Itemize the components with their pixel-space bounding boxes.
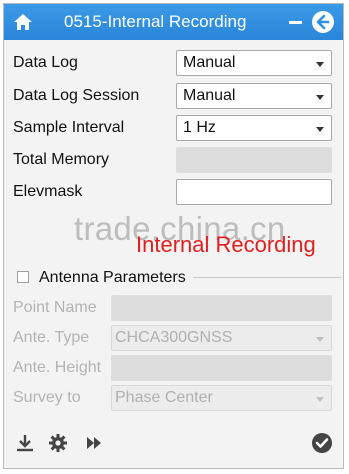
antenna-parameters-checkbox[interactable] (17, 271, 29, 283)
point-name-field (111, 295, 332, 321)
chevron-down-icon (316, 95, 324, 100)
antenna-parameters-header: Antenna Parameters (12, 267, 342, 289)
data-log-session-label: Data Log Session (13, 87, 140, 104)
confirm-check-icon[interactable] (311, 432, 333, 454)
section-divider (193, 277, 341, 278)
sample-interval-label: Sample Interval (13, 119, 125, 136)
back-arrow-icon[interactable] (312, 11, 334, 33)
elevmask-row: Elevmask (4, 179, 343, 207)
window-title: 0515-Internal Recording (64, 12, 247, 31)
survey-to-value: Phase Center (115, 389, 213, 406)
elevmask-input[interactable] (176, 179, 332, 205)
ante-height-field (111, 355, 332, 381)
chevron-down-icon (316, 127, 324, 132)
survey-to-label: Survey to (13, 389, 81, 406)
chevron-down-icon (316, 397, 324, 402)
point-name-label: Point Name (13, 299, 97, 316)
ante-height-row: Ante. Height (4, 355, 343, 383)
chevron-down-icon (316, 62, 324, 67)
sample-interval-row: Sample Interval 1 Hz (4, 115, 343, 143)
window-frame: 0515-Internal Recording Data Log Manual … (3, 3, 344, 469)
survey-to-select: Phase Center (111, 385, 332, 411)
mode-label: Internal Recording (136, 232, 316, 257)
ante-type-select: CHCA300GNSS (111, 325, 332, 351)
data-log-session-row: Data Log Session Manual (4, 83, 343, 111)
data-log-session-value: Manual (183, 87, 236, 104)
ante-type-value: CHCA300GNSS (115, 329, 233, 346)
minimize-icon[interactable] (286, 12, 306, 32)
antenna-parameters-label: Antenna Parameters (39, 269, 186, 286)
data-log-select[interactable]: Manual (176, 50, 332, 76)
fast-forward-icon[interactable] (83, 432, 105, 454)
ante-type-row: Ante. Type CHCA300GNSS (4, 325, 343, 353)
ante-height-label: Ante. Height (13, 359, 102, 376)
ante-type-label: Ante. Type (13, 329, 90, 346)
data-log-session-select[interactable]: Manual (176, 83, 332, 109)
sample-interval-select[interactable]: 1 Hz (176, 115, 332, 141)
total-memory-field (176, 147, 332, 173)
download-icon[interactable] (14, 432, 36, 454)
sample-interval-value: 1 Hz (183, 119, 216, 136)
point-name-row: Point Name (4, 295, 343, 323)
elevmask-label: Elevmask (13, 183, 83, 200)
settings-gear-icon[interactable] (47, 432, 69, 454)
title-bar: 0515-Internal Recording (4, 4, 343, 40)
data-log-value: Manual (183, 54, 236, 71)
data-log-label: Data Log (13, 54, 78, 71)
total-memory-label: Total Memory (13, 151, 110, 168)
total-memory-row: Total Memory (4, 147, 343, 175)
home-icon[interactable] (12, 11, 34, 33)
survey-to-row: Survey to Phase Center (4, 385, 343, 413)
data-log-row: Data Log Manual (4, 50, 343, 78)
chevron-down-icon (316, 337, 324, 342)
